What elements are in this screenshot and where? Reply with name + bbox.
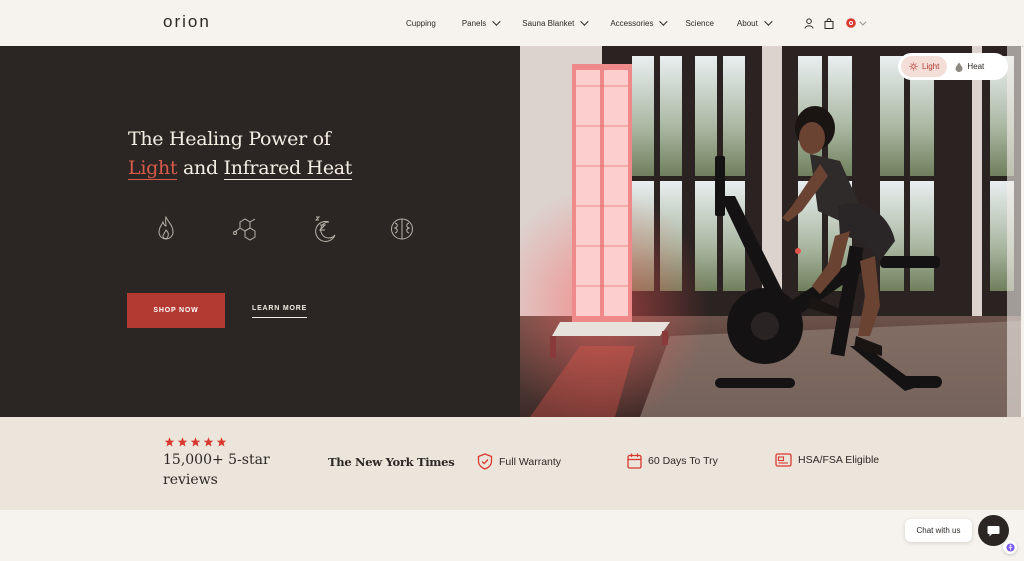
- nav-label: Cupping: [406, 18, 436, 28]
- droplet-icon: [955, 62, 963, 72]
- accessibility-icon[interactable]: [1003, 540, 1017, 554]
- badge-label: HSA/FSA Eligible: [798, 454, 880, 466]
- light-heat-toggle: Light Heat: [898, 53, 1008, 80]
- cart-icon[interactable]: [823, 17, 835, 29]
- molecule-icon: [231, 214, 257, 244]
- star-icon: [164, 437, 175, 447]
- toggle-option-light[interactable]: Light: [901, 56, 948, 77]
- chevron-down-icon: [659, 17, 669, 26]
- press-logo-nyt: The New York Times: [328, 455, 455, 469]
- nav-item-sauna-blanket[interactable]: Sauna Blanket: [522, 17, 589, 28]
- badge-warranty: Full Warranty: [477, 453, 561, 470]
- badge-label: Full Warranty: [499, 455, 562, 468]
- chevron-down-icon: [492, 17, 501, 26]
- nav-label: Science: [685, 18, 714, 28]
- site-header: orion Cupping Panels Sauna Blanket Acces…: [0, 0, 1024, 47]
- badge-trial: 60 Days To Try: [627, 453, 718, 469]
- nav-label: About: [736, 18, 758, 28]
- logo[interactable]: orion: [163, 12, 211, 32]
- headline-line-1: The Healing Power of: [128, 128, 331, 150]
- nav-label: Accessories: [610, 18, 654, 28]
- chat-label[interactable]: Chat with us: [905, 519, 972, 542]
- shield-check-icon: [477, 453, 493, 470]
- headline-line-2: Light and Infrared Heat: [128, 154, 352, 183]
- nav-item-panels[interactable]: Panels: [461, 17, 501, 28]
- main-nav: Cupping Panels Sauna Blanket Accessories…: [406, 0, 773, 46]
- calendar-icon: [627, 453, 642, 469]
- toggle-label-light: Light: [922, 62, 940, 71]
- shop-now-button[interactable]: SHOP NOW: [127, 293, 225, 328]
- account-icon[interactable]: [803, 17, 815, 29]
- nav-item-accessories[interactable]: Accessories: [610, 17, 669, 28]
- chevron-down-icon: [763, 17, 773, 26]
- hero-image: [520, 46, 1021, 417]
- nav-item-science[interactable]: Science: [685, 19, 713, 28]
- reviews-count: 15,000+ 5-star reviews: [163, 452, 270, 488]
- hero-headline: The Healing Power of Light and Infrared …: [128, 125, 352, 183]
- headline-word-light: Light: [128, 157, 178, 180]
- badge-hsa-fsa: HSA/FSA Eligible: [775, 453, 879, 467]
- star-icon: [203, 437, 214, 447]
- header-utilities: [803, 0, 867, 46]
- brain-icon: [387, 214, 413, 244]
- nav-item-about[interactable]: About: [736, 17, 773, 28]
- hero-photo-illustration: [520, 46, 1021, 417]
- chat-bubble-icon: [987, 525, 1000, 536]
- toggle-label-heat: Heat: [967, 62, 985, 71]
- sun-icon: [909, 62, 918, 71]
- headline-connector: and: [177, 157, 224, 179]
- card-icon: [775, 453, 792, 467]
- star-icon: [177, 437, 188, 447]
- nav-label: Sauna Blanket: [522, 18, 575, 28]
- learn-more-link[interactable]: LEARN MORE: [252, 305, 308, 318]
- badge-label: 60 Days To Try: [648, 455, 718, 467]
- chevron-down-icon: [580, 17, 589, 26]
- chevron-down-icon: [859, 18, 867, 26]
- flame-icon: [153, 214, 179, 244]
- star-icon: [216, 437, 227, 447]
- flag-icon[interactable]: [843, 17, 867, 29]
- headline-word-heat: Infrared Heat: [223, 157, 353, 180]
- benefit-icons: [153, 214, 413, 244]
- star-rating: [164, 437, 227, 447]
- star-icon: [190, 437, 201, 447]
- nav-item-cupping[interactable]: Cupping: [406, 19, 436, 28]
- sleep-icon: [309, 214, 336, 244]
- nav-label: Panels: [461, 18, 487, 28]
- toggle-option-heat[interactable]: Heat: [947, 56, 992, 77]
